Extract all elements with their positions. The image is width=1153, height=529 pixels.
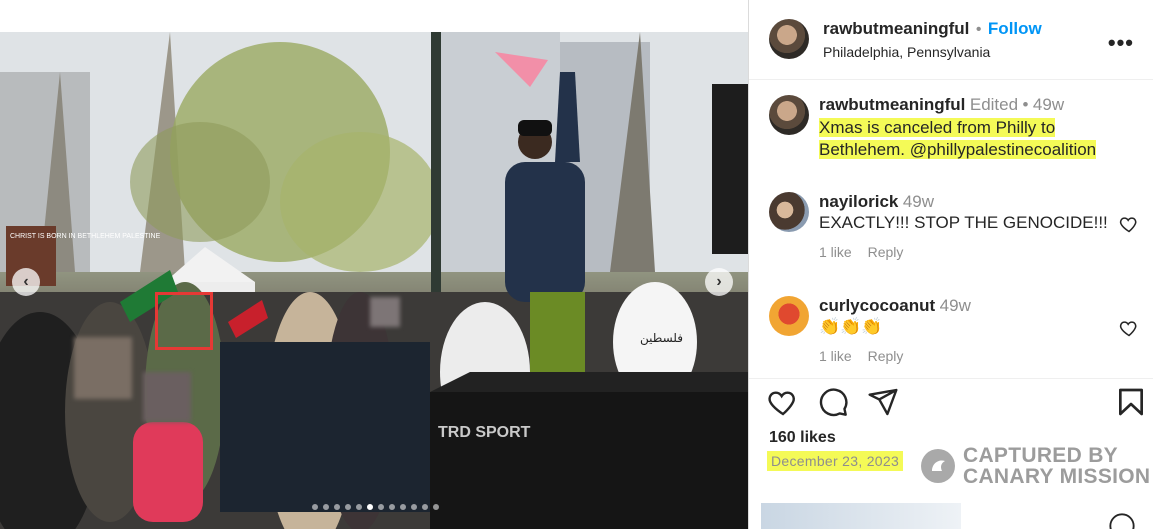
comment-text: EXACTLY!!! STOP THE GENOCIDE!!! (819, 213, 1108, 232)
post-panel: rawbutmeaningful • Follow Philadelphia, … (748, 0, 1153, 529)
comment-likes[interactable]: 1 like (819, 244, 852, 260)
comment-username[interactable]: nayilorick (819, 192, 898, 211)
location-link[interactable]: Philadelphia, Pennsylvania (823, 44, 990, 60)
like-heart-icon[interactable] (767, 386, 799, 418)
canary-logo-icon (921, 449, 955, 483)
avatar[interactable] (769, 95, 809, 135)
carousel-dot (411, 504, 417, 510)
avatar[interactable] (769, 192, 809, 232)
post-header: rawbutmeaningful • Follow Philadelphia, … (749, 0, 1153, 80)
post-date: December 23, 2023 (767, 451, 904, 471)
separator: • (1022, 95, 1029, 114)
carousel-dot (389, 504, 395, 510)
carousel-dot (422, 504, 428, 510)
sign-text: CHRIST IS BORN IN BETHLEHEM PALESTINE (10, 233, 161, 240)
carousel-dot (323, 504, 329, 510)
post-actions: 160 likes December 23, 2023 CAPTURED BY … (749, 378, 1153, 529)
carousel-dot (433, 504, 439, 510)
carousel-dot (367, 504, 373, 510)
reply-button[interactable]: Reply (868, 244, 904, 260)
comment-likes[interactable]: 1 like (819, 348, 852, 364)
heart-icon[interactable] (1119, 318, 1139, 338)
comment-bubble-icon[interactable] (817, 386, 849, 418)
carousel-prev-button[interactable]: ‹ (12, 268, 40, 296)
caption-text-line1: Xmas is canceled from Philly to (819, 118, 1056, 137)
blurred-face (74, 337, 132, 399)
carousel-next-button[interactable]: › (705, 268, 733, 296)
heart-icon[interactable] (1119, 214, 1139, 234)
carousel-indicator (312, 504, 439, 510)
carousel-dot (378, 504, 384, 510)
comment-time[interactable]: 49w (903, 192, 934, 211)
carousel-dot (345, 504, 351, 510)
separator: • (975, 21, 982, 38)
watermark-line1: CAPTURED BY (963, 444, 1118, 467)
share-send-icon[interactable] (867, 386, 899, 418)
follow-button[interactable]: Follow (988, 19, 1042, 38)
reply-button[interactable]: Reply (868, 348, 904, 364)
post-photo: CHRIST IS BORN IN BETHLEHEM PALESTINE فل… (0, 32, 748, 529)
emoji-icon[interactable] (1108, 512, 1136, 529)
carousel-dot (400, 504, 406, 510)
highlight-box (155, 292, 213, 350)
avatar[interactable] (769, 296, 809, 336)
likes-count[interactable]: 160 likes (769, 429, 836, 447)
blurred-face (370, 297, 400, 327)
carousel-dot (356, 504, 362, 510)
caption-username[interactable]: rawbutmeaningful (819, 95, 965, 114)
watermark: CAPTURED BY CANARY MISSION (921, 445, 1150, 487)
comment-item: curlycocoanut 49w 👏👏👏 1 like Reply (769, 296, 1139, 376)
comment-username[interactable]: curlycocoanut (819, 296, 935, 315)
author-username[interactable]: rawbutmeaningful (823, 19, 969, 38)
carousel-dot (334, 504, 340, 510)
more-options-icon[interactable]: ••• (1108, 30, 1134, 56)
edited-label: Edited (969, 95, 1019, 114)
bookmark-icon[interactable] (1115, 386, 1147, 418)
truck-text: TRD SPORT (438, 424, 531, 441)
blurred-face (143, 372, 191, 422)
comment-time[interactable]: 49w (940, 296, 971, 315)
avatar[interactable] (769, 19, 809, 59)
comment-text: 👏👏👏 (819, 317, 883, 336)
comment-input-area[interactable] (761, 503, 961, 529)
caption: rawbutmeaningful Edited • 49w Xmas is ca… (769, 95, 1139, 175)
protest-scene: CHRIST IS BORN IN BETHLEHEM PALESTINE فل… (0, 32, 748, 529)
caption-text-line2: Bethlehem. @phillypalestinecoalition (819, 140, 1097, 159)
carousel-dot (312, 504, 318, 510)
watermark-line2: CANARY MISSION (963, 465, 1151, 488)
hoodie-text: فلسطين (640, 331, 683, 346)
comment-item: nayilorick 49w EXACTLY!!! STOP THE GENOC… (769, 192, 1139, 272)
caption-time[interactable]: 49w (1033, 95, 1064, 114)
